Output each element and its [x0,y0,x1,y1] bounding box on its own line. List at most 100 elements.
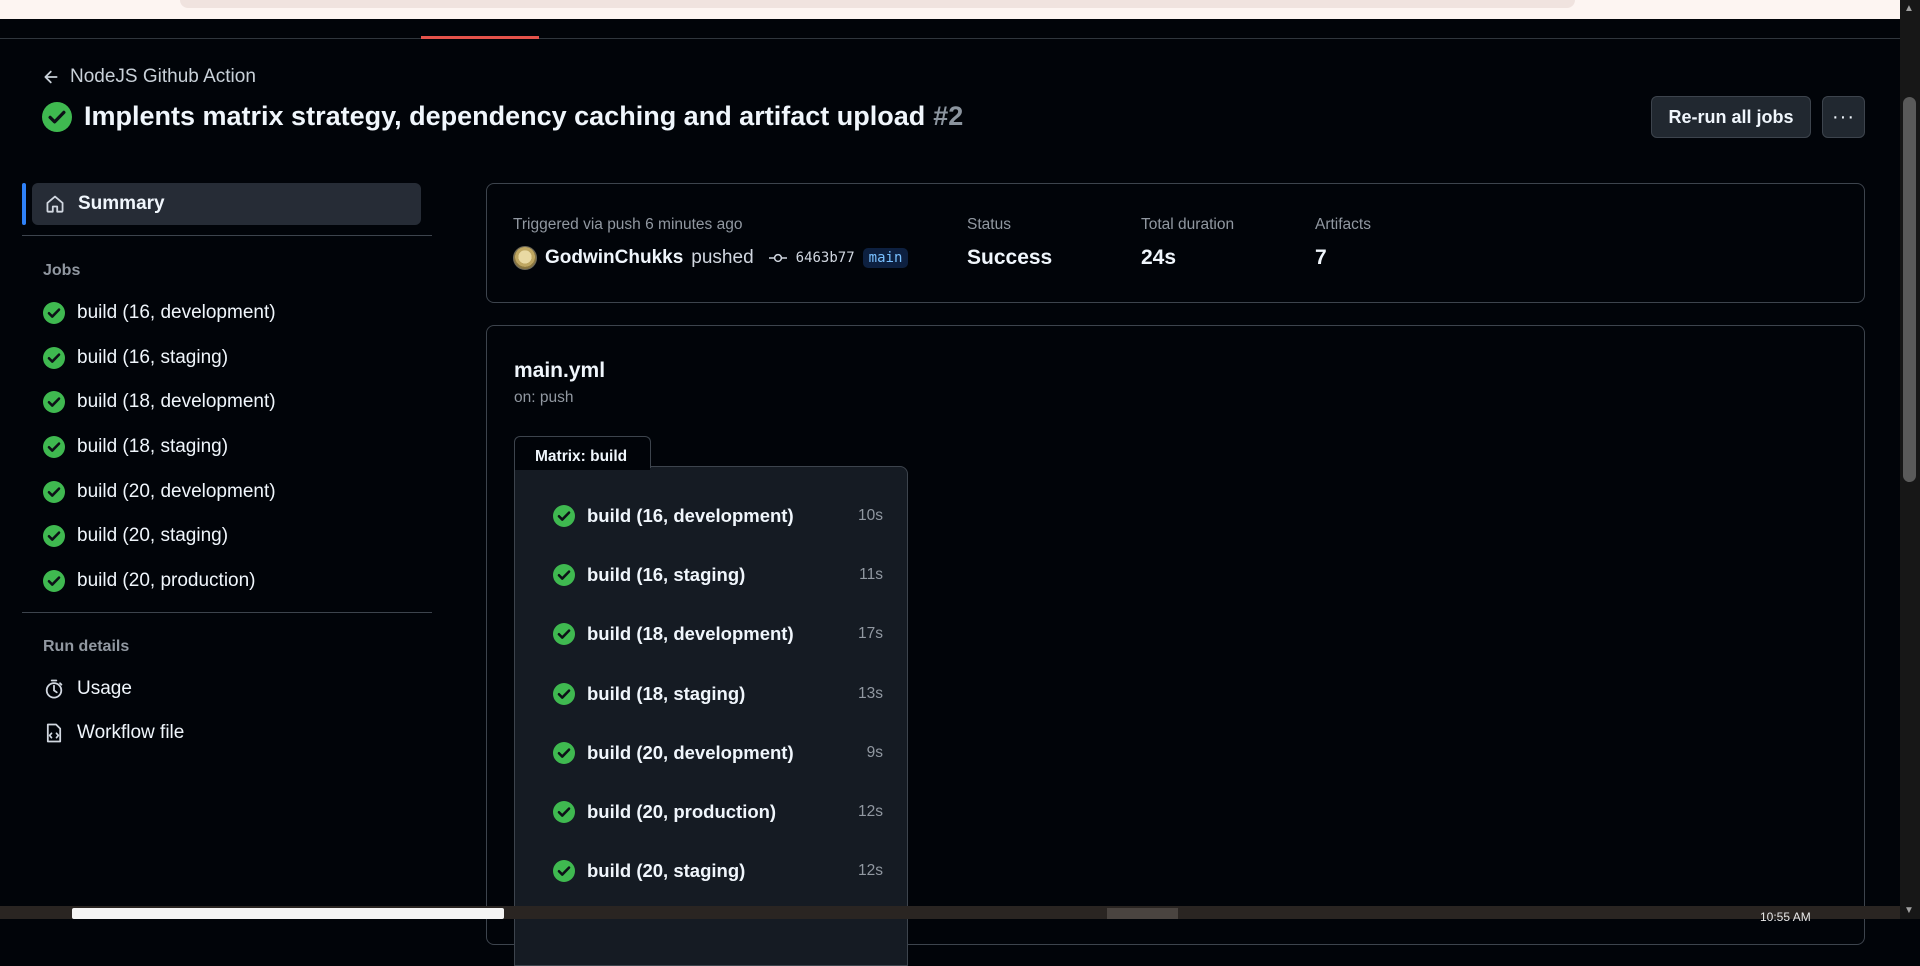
success-check-icon [43,525,65,548]
sidebar-divider [22,235,432,236]
run-title-row: Implents matrix strategy, dependency cac… [42,101,963,132]
status-label: Status [967,216,1011,233]
matrix-job-name: build (18, staging) [587,683,746,704]
success-check-icon [553,801,575,823]
success-check-icon [553,683,575,705]
matrix-job-name: build (20, production) [587,801,777,822]
artifacts-label: Artifacts [1315,216,1371,233]
sidebar-job-label: build (20, production) [77,569,256,591]
stopwatch-icon [45,679,63,699]
matrix-job-duration: 12s [858,803,883,820]
matrix-job-item[interactable]: build (20, staging) 12s [553,860,883,882]
sidebar-job-item[interactable]: build (18, development) [43,380,276,425]
rerun-all-jobs-button[interactable]: Re-run all jobs [1651,96,1811,138]
more-options-button[interactable]: ··· [1822,96,1865,138]
matrix-job-duration: 9s [866,744,883,761]
active-tab-indicator [421,36,539,39]
active-indicator [22,183,26,225]
run-details-heading: Run details [43,638,130,655]
success-check-icon [553,505,575,527]
artifacts-count[interactable]: 7 [1315,246,1327,270]
matrix-job-item[interactable]: build (18, staging) 13s [553,683,883,705]
sidebar-job-label: build (16, staging) [77,346,229,368]
matrix-job-item[interactable]: build (16, staging) 11s [553,564,883,586]
sidebar-divider [22,612,432,613]
success-check-icon [553,742,575,764]
matrix-label-tab: Matrix: build [514,436,651,468]
status-value: Success [967,246,1053,269]
taskbar-search-box[interactable] [72,908,504,919]
total-duration-label: Total duration [1141,216,1235,233]
scrollbar-thumb[interactable] [1903,97,1916,482]
sidebar-job-item[interactable]: build (20, production) [43,559,276,604]
total-duration-value: 24s [1141,246,1177,269]
success-check-icon [43,302,65,325]
sidebar-job-item[interactable]: build (16, development) [43,291,276,336]
scroll-down-icon[interactable]: ▼ [1904,905,1914,916]
taskbar-app-button[interactable] [1107,908,1178,919]
actor-link[interactable]: GodwinChukks [545,247,683,269]
workflow-graph-panel: main.yml on: push build (16, development… [486,325,1865,966]
matrix-job-item[interactable]: build (18, development) 17s [553,623,883,645]
push-action-text: pushed [691,247,754,268]
trigger-details: GodwinChukks pushed 6463b77 main [513,246,909,270]
success-check-icon [42,101,72,132]
jobs-heading: Jobs [43,262,81,279]
success-check-icon [43,391,65,414]
trigger-text: Triggered via push 6 minutes ago [513,216,743,233]
success-check-icon [553,564,575,586]
avatar[interactable] [513,246,537,270]
sidebar-item-label: Workflow file [77,722,185,743]
commit-sha-link[interactable]: 6463b77 [796,250,855,266]
back-link-label: NodeJS Github Action [70,66,256,87]
sidebar-job-item[interactable]: build (20, staging) [43,514,276,559]
matrix-jobs-group: build (16, development) 10s build (16, st… [514,466,908,966]
browser-top-bar [0,0,1900,19]
workflow-trigger: on: push [514,389,574,406]
matrix-job-duration: 12s [858,862,883,879]
run-title: Implents matrix strategy, dependency cac… [84,101,926,131]
sidebar-job-item[interactable]: build (16, staging) [43,336,276,381]
matrix-job-name: build (18, development) [587,623,794,644]
success-check-icon [43,480,65,503]
sidebar-job-label: build (20, development) [77,480,276,502]
sidebar-job-label: build (18, staging) [77,436,229,458]
scroll-up-icon[interactable]: ▲ [1904,3,1914,14]
success-check-icon [553,860,575,882]
sidebar-job-label: build (18, development) [77,391,276,413]
success-check-icon [43,436,65,459]
branch-badge[interactable]: main [862,248,909,268]
matrix-job-duration: 17s [858,625,883,642]
matrix-job-name: build (16, staging) [587,564,746,585]
matrix-job-name: build (20, development) [587,742,794,763]
browser-address-bar[interactable] [180,0,1575,8]
back-to-workflow-link[interactable]: NodeJS Github Action [42,66,256,88]
matrix-job-item[interactable]: build (20, development) 9s [553,742,883,764]
home-icon [46,195,64,213]
matrix-tab-join [515,466,650,470]
tab-divider [0,38,1900,39]
run-summary-panel: Triggered via push 6 minutes ago GodwinC… [486,183,1865,303]
sidebar-job-item[interactable]: build (20, development) [43,469,276,514]
sidebar-item-label: Summary [78,193,165,214]
commit-icon [768,253,787,263]
success-check-icon [43,346,65,369]
run-number: #2 [933,101,964,131]
matrix-job-name: build (20, staging) [587,860,746,881]
file-code-icon [46,723,62,743]
sidebar-job-item[interactable]: build (18, staging) [43,425,276,470]
matrix-job-duration: 10s [858,507,883,524]
sidebar-job-label: build (16, development) [77,302,276,324]
kebab-icon: ··· [1832,105,1855,128]
sidebar-item-usage[interactable]: Usage [43,678,132,700]
workflow-file-name: main.yml [514,359,606,382]
matrix-job-name: build (16, development) [587,505,794,526]
success-check-icon [43,569,65,592]
matrix-job-item[interactable]: build (16, development) 10s [553,505,883,527]
sidebar-item-summary[interactable]: Summary [32,183,421,225]
taskbar-clock: 10:55 AM [1760,910,1811,924]
matrix-job-item[interactable]: build (20, production) 12s [553,801,883,823]
sidebar-item-label: Usage [77,678,132,699]
sidebar-item-workflow-file[interactable]: Workflow file [43,722,184,744]
sidebar-jobs-list: build (16, development) build (16, stagi… [43,291,276,603]
